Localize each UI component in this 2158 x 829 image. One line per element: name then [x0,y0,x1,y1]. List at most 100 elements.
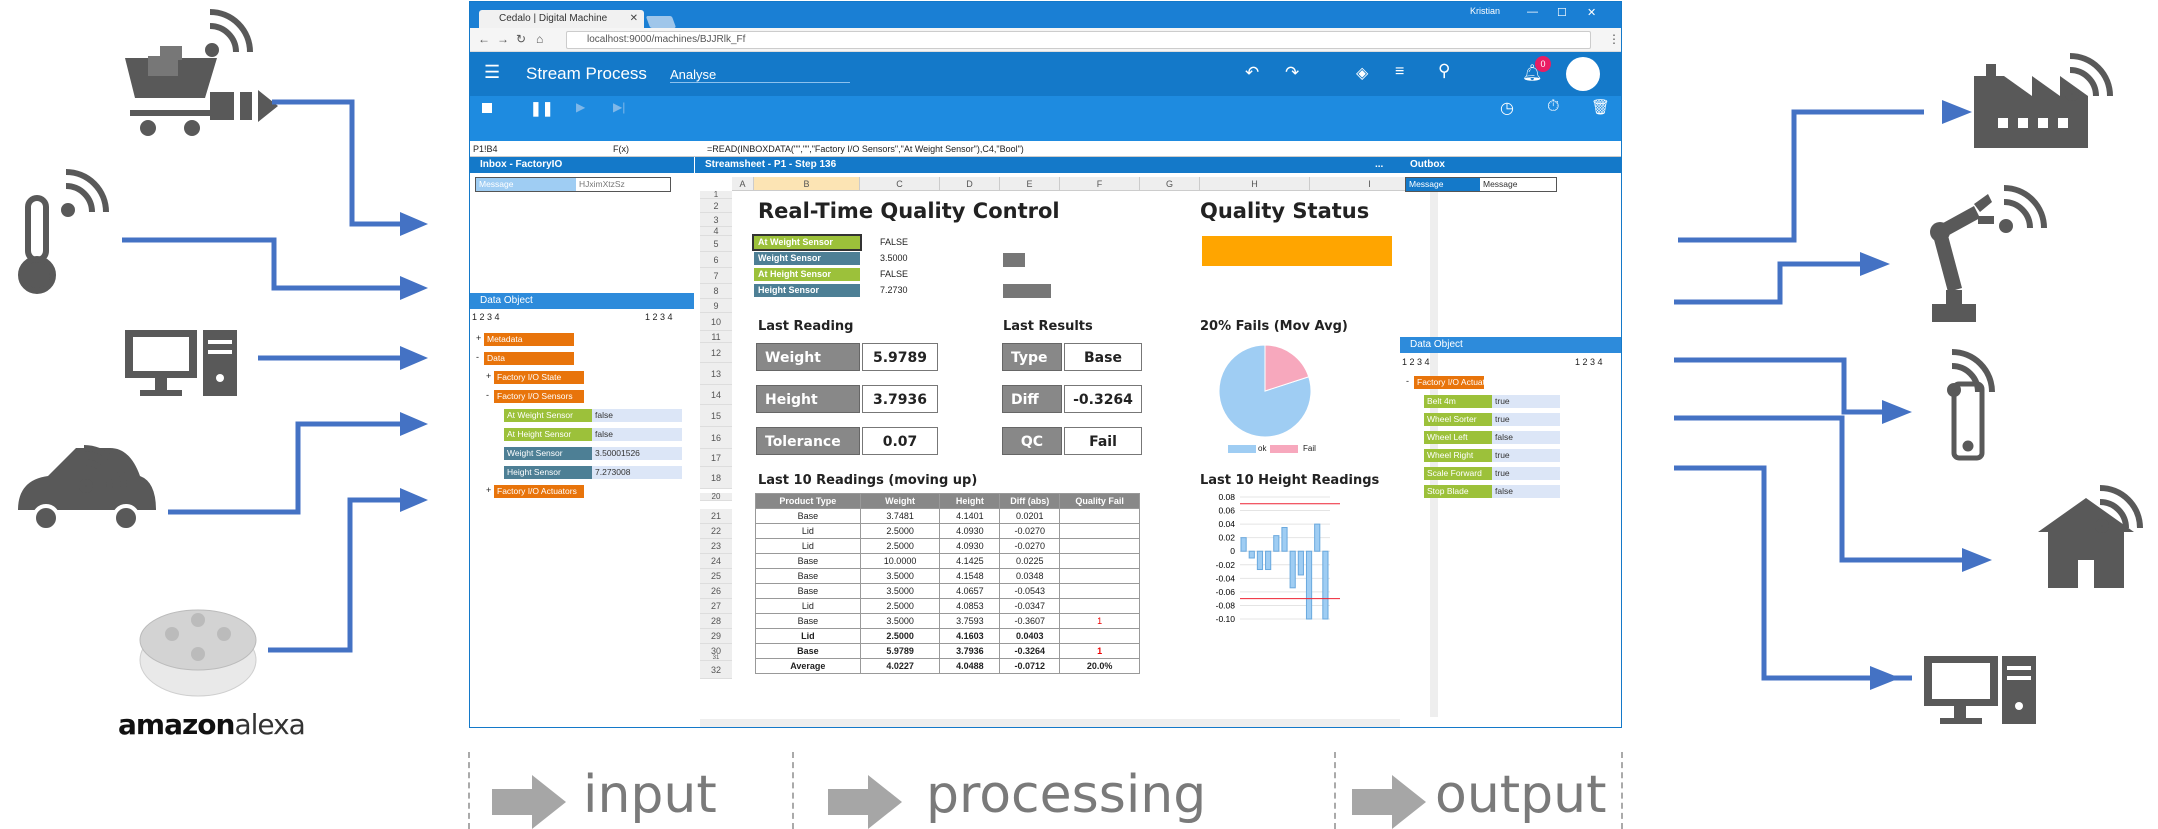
url-input[interactable]: localhost:9000/machines/BJJRlk_Ff [566,31,1591,49]
step-icon[interactable]: ▶| [613,100,625,114]
notification-badge: 0 [1535,56,1551,72]
horizontal-scrollbar[interactable] [700,719,1400,727]
minimize-icon[interactable]: — [1527,6,1538,18]
row-header[interactable]: 13 [700,363,732,385]
alexa-brand: amazon [118,708,235,741]
row-header[interactable]: 22 [700,524,732,539]
column-header[interactable]: G [1140,177,1200,191]
stop-icon[interactable] [482,103,492,113]
table-cell: Base [755,553,861,569]
row-header[interactable]: 32 [700,661,732,679]
row-header[interactable]: 8 [700,284,732,299]
outbox-message[interactable]: Message Message [1405,177,1557,192]
row-header[interactable]: 21 [700,509,732,524]
y-tick-label: 0 [1230,546,1235,556]
row-header[interactable]: 24 [700,554,732,569]
row-header[interactable]: 27 [700,599,732,614]
row-header[interactable]: 29 [700,629,732,644]
table-cell [1059,553,1140,569]
tree-node-actuators[interactable]: Factory I/O Actuators [1414,376,1484,389]
row-header[interactable]: 23 [700,539,732,554]
redo-icon[interactable]: ↷ [1285,63,1299,83]
diff-value: -0.3264 [1064,385,1142,413]
level-selector-right[interactable]: 1 2 3 4 [1575,357,1603,367]
avatar[interactable] [1566,57,1600,91]
table-cell: -0.0347 [999,598,1061,614]
tree-node-state[interactable]: Factory I/O State [494,371,584,384]
heading-quality-status: Quality Status [1200,199,1370,223]
row-header[interactable]: 15 [700,405,732,427]
hamburger-icon[interactable]: ☰ [484,62,500,83]
row-header[interactable]: 20 [700,493,732,501]
level-selector-right[interactable]: 1 2 3 4 [645,312,673,322]
table-cell: 3.7481 [859,508,941,524]
paint-icon[interactable]: ◈ [1356,63,1368,83]
tree-toggle[interactable]: - [486,390,489,400]
level-selector[interactable]: 1 2 3 4 [472,312,500,322]
inbox-message[interactable]: Message HJximXtzSz [475,177,671,192]
play-icon[interactable]: ▶ [576,100,585,114]
row-header[interactable]: 16 [700,427,732,449]
reload-icon[interactable]: ↻ [516,32,526,46]
level-selector[interactable]: 1 2 3 4 [1402,357,1430,367]
row-header[interactable]: 7 [700,268,732,284]
close-icon[interactable]: ✕ [630,10,638,28]
tree-toggle[interactable]: + [476,333,481,343]
tree-node-metadata[interactable]: Metadata [484,333,574,346]
row-header[interactable]: 26 [700,584,732,599]
column-header[interactable]: E [1000,177,1060,191]
pause-icon[interactable]: ❚❚ [530,100,553,117]
row-header[interactable]: 1 [700,191,732,199]
row-header[interactable]: 12 [700,343,732,363]
row-header[interactable]: 9 [700,299,732,313]
home-icon[interactable]: ⌂ [536,32,543,46]
app-subtitle[interactable]: Analyse [670,67,850,83]
column-header[interactable]: F [1060,177,1140,191]
timer-icon[interactable]: ⏱︎ [1547,98,1559,116]
undo-icon[interactable]: ↶ [1245,63,1259,83]
row-header[interactable]: 14 [700,385,732,405]
row-header[interactable]: 5 [700,236,732,252]
row-header[interactable]: 4 [700,227,732,236]
forward-icon[interactable]: → [497,32,509,46]
column-header[interactable]: B [754,177,860,191]
row-header[interactable]: 10 [700,313,732,331]
tree-node-data[interactable]: Data [484,352,574,365]
close-window-icon[interactable]: ✕ [1587,6,1596,19]
tree-toggle[interactable]: - [476,352,479,362]
tree-node-sensors[interactable]: Factory I/O Sensors [494,390,584,403]
clock-icon[interactable]: ◷ [1500,98,1514,118]
tree-toggle[interactable]: + [486,371,491,381]
tree-toggle[interactable]: - [1406,376,1409,386]
row-header[interactable]: 18 [700,467,732,489]
row-header[interactable]: 17 [700,449,732,467]
add-row-icon[interactable]: ≡ [1395,63,1404,81]
tree-node-actuators[interactable]: Factory I/O Actuators [494,485,584,498]
table-cell: Base [755,613,861,629]
menu-dots-icon[interactable]: ⋮ [1608,32,1620,46]
table-cell: 3.7593 [939,613,1001,629]
browser-tab[interactable]: Cedalo | Digital Machine ✕ [479,10,644,28]
sheet-menu-icon[interactable]: ... [1375,157,1383,173]
formula-input[interactable]: =READ(INBOXDATA("","","Factory I/O Senso… [707,141,1024,157]
column-header[interactable]: H [1200,177,1310,191]
row-header[interactable]: 3 [700,213,732,227]
row-header[interactable]: 11 [700,331,732,343]
column-header[interactable]: C [860,177,940,191]
new-tab-button[interactable] [645,16,677,28]
table-cell: Lid [755,598,861,614]
tree-toggle[interactable]: + [486,485,491,495]
row-header[interactable]: 6 [700,252,732,268]
table-cell: 4.0930 [939,538,1001,554]
vertical-scrollbar[interactable] [1430,177,1438,717]
column-header[interactable]: A [732,177,754,191]
maximize-icon[interactable]: ☐ [1557,6,1567,19]
row-header[interactable]: 2 [700,199,732,213]
column-header[interactable]: D [940,177,1000,191]
avg-cell: 20.0% [1059,658,1140,674]
delete-icon[interactable]: 🗑︎ [1591,98,1610,116]
zoom-icon[interactable]: ⚲ [1438,61,1450,81]
back-icon[interactable]: ← [478,32,490,46]
row-header[interactable]: 28 [700,614,732,629]
row-header[interactable]: 25 [700,569,732,584]
